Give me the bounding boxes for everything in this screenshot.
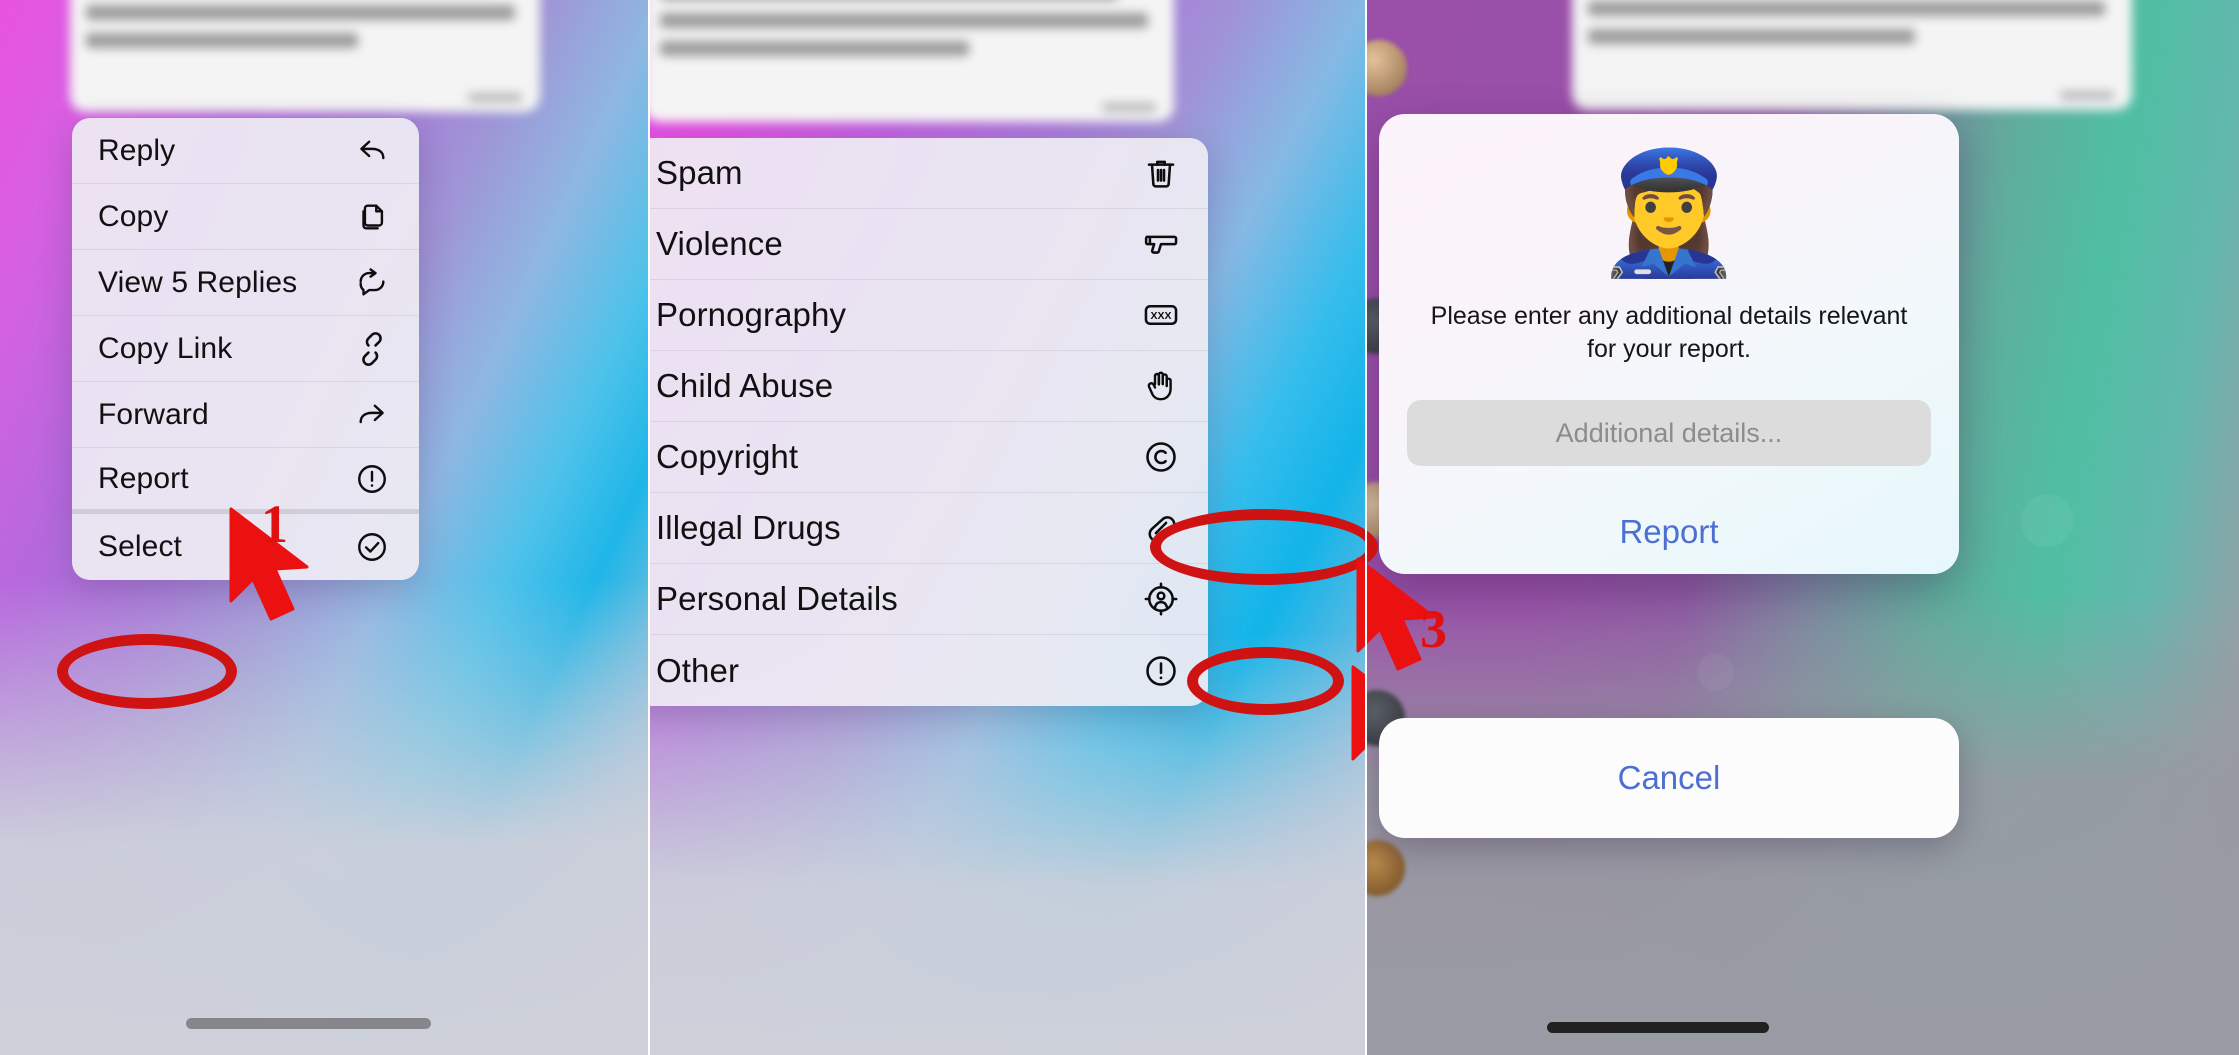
menu-item-label: View 5 Replies — [98, 265, 298, 299]
police-officer-emoji: 👮‍♀️ — [1594, 146, 1744, 280]
additional-details-input[interactable]: Additional details... — [1407, 400, 1931, 466]
copy-documents-icon — [353, 198, 391, 236]
annotation-cursor-2 — [1347, 663, 1367, 788]
home-indicator — [186, 1018, 431, 1029]
blurred-text-line — [86, 5, 516, 20]
trash-icon — [1142, 154, 1180, 192]
menu-item-label: Report — [98, 461, 189, 495]
menu-item-label: Pornography — [656, 296, 847, 333]
input-placeholder: Additional details... — [1555, 417, 1783, 448]
link-chain-icon — [353, 330, 391, 368]
check-circle-icon — [353, 528, 391, 566]
report-details-dialog: 👮‍♀️ Please enter any additional details… — [1379, 114, 1959, 574]
annotation-ellipse-other — [1187, 647, 1344, 715]
panel-report-dialog: Maria 👮‍♀️ Please enter any additional d… — [1367, 0, 2239, 1055]
exclamation-circle-icon — [1142, 652, 1180, 690]
menu-item-label: Spam — [656, 154, 743, 191]
raised-hand-icon — [1142, 367, 1180, 405]
menu-item-label: Copy Link — [98, 331, 233, 365]
screenshot-stage: Reply Copy View 5 Replies Copy Link Forw… — [0, 0, 2239, 1055]
blurred-timestamp — [468, 93, 522, 102]
blurred-text-line — [86, 33, 358, 48]
menu-item-child-abuse[interactable]: Child Abuse — [650, 351, 1208, 422]
blurred-text-line — [660, 41, 969, 56]
blurred-chat-bubble — [1572, 0, 2132, 110]
menu-item-violence[interactable]: Violence — [650, 209, 1208, 280]
dialog-prompt-text: Please enter any additional details rele… — [1430, 302, 1908, 363]
menu-item-other[interactable]: Other — [650, 635, 1208, 706]
menu-item-view-replies[interactable]: View 5 Replies — [72, 250, 419, 316]
menu-item-forward[interactable]: Forward — [72, 382, 419, 448]
svg-text:XXX: XXX — [1151, 311, 1172, 322]
menu-item-label: Select — [98, 530, 182, 563]
menu-item-label: Personal Details — [656, 580, 898, 617]
menu-item-personal-details[interactable]: Personal Details — [650, 564, 1208, 635]
annotation-step-number-1: 1 — [261, 494, 288, 554]
annotation-ellipse-report-button — [1150, 509, 1378, 585]
menu-item-label: Reply — [98, 133, 176, 167]
menu-item-reply[interactable]: Reply — [72, 118, 419, 184]
menu-item-copyright[interactable]: Copyright — [650, 422, 1208, 493]
blurred-timestamp — [1102, 103, 1156, 112]
annotation-step-number-3: 3 — [1420, 599, 1447, 659]
annotation-ellipse-report — [57, 634, 237, 709]
blurred-chat-bubble — [650, 0, 1174, 122]
menu-item-illegal-drugs[interactable]: Illegal Drugs — [650, 493, 1208, 564]
menu-item-label: Copyright — [656, 438, 799, 475]
menu-item-label: Child Abuse — [656, 367, 834, 404]
menu-item-copy[interactable]: Copy — [72, 184, 419, 250]
reply-bubble-icon — [353, 264, 391, 302]
gun-icon — [1142, 225, 1180, 263]
report-button[interactable]: Report — [1379, 490, 1959, 574]
forward-arrow-icon — [353, 396, 391, 434]
menu-item-label: Illegal Drugs — [656, 509, 841, 546]
blurred-timestamp — [2060, 91, 2114, 100]
panel-divider — [1365, 0, 1367, 1055]
menu-item-pornography[interactable]: Pornography XXX — [650, 280, 1208, 351]
home-indicator — [1547, 1022, 1769, 1033]
panel-divider — [648, 0, 650, 1055]
copyright-icon — [1142, 438, 1180, 476]
menu-item-label: Forward — [98, 397, 209, 431]
panel-context-menu: Reply Copy View 5 Replies Copy Link Forw… — [0, 0, 648, 1055]
menu-item-copy-link[interactable]: Copy Link — [72, 316, 419, 382]
person-crosshair-icon — [1142, 580, 1180, 618]
cancel-button[interactable]: Cancel — [1379, 718, 1959, 838]
menu-item-label: Copy — [98, 199, 169, 233]
blurred-text-line — [1588, 29, 1916, 44]
menu-item-spam[interactable]: Spam — [650, 138, 1208, 209]
xxx-rating-icon: XXX — [1142, 296, 1180, 334]
report-reason-menu: Spam Violence Pornography XXX Child Abus… — [650, 138, 1208, 706]
blurred-chat-bubble — [70, 0, 540, 112]
menu-item-label: Violence — [656, 225, 783, 262]
exclamation-circle-icon — [353, 460, 391, 498]
blurred-text-line — [1588, 1, 2106, 16]
menu-item-label: Other — [656, 651, 740, 689]
reply-arrow-icon — [353, 132, 391, 170]
blurred-text-line — [660, 13, 1149, 28]
